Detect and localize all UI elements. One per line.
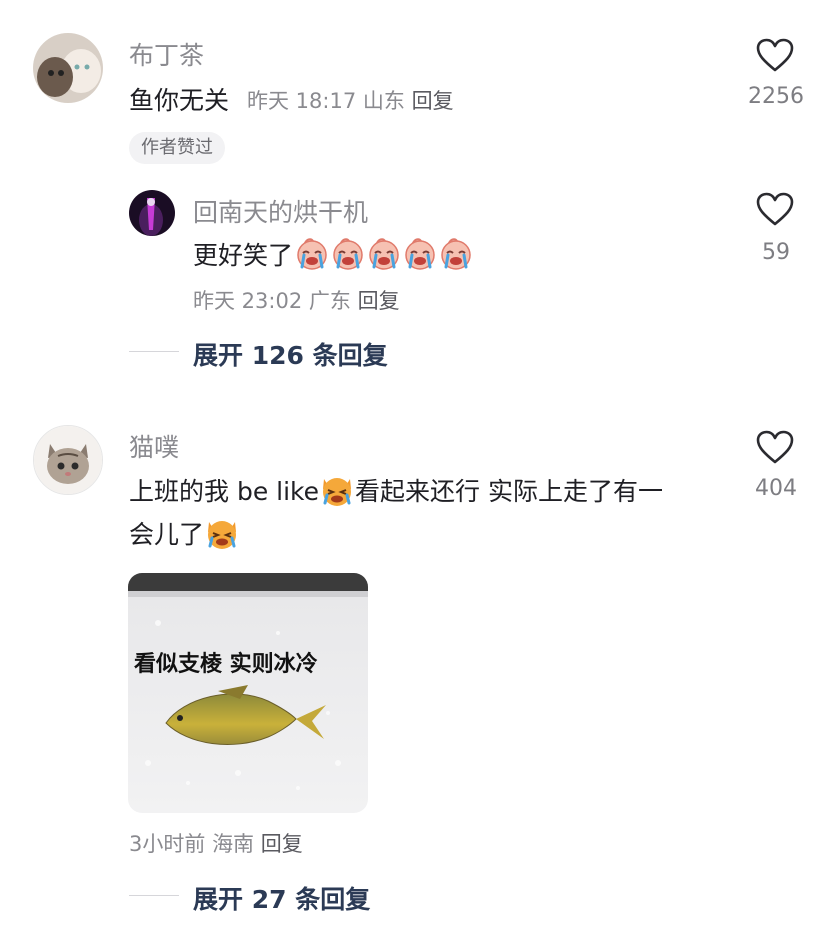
reply-avatar-image [129,190,175,236]
avatar[interactable] [33,33,103,103]
reply-username[interactable]: 回南天的烘干机 [193,193,368,229]
avatar[interactable] [33,425,103,495]
comment-text-part-3: 会儿了 [129,520,205,549]
reply-reply-button[interactable]: 回复 [358,289,400,313]
comment-text: 鱼你无关 [129,86,230,115]
heart-icon [755,429,795,465]
expand-divider [129,895,179,896]
reply-text: 更好笑了 [193,236,473,272]
heart-icon [755,37,795,73]
reply-button[interactable]: 回复 [412,89,454,113]
crying-face-icon [367,237,401,271]
fish-on-ice-image [128,573,368,813]
crying-face-icon [331,237,365,271]
crying-face-icon [439,237,473,271]
crying-face-icon [295,237,329,271]
reply-text-content: 更好笑了 [193,241,294,270]
comment-text-part-1: 上班的我 be like [129,477,320,506]
like-count: 2256 [748,84,804,109]
comment-time: 3小时前 [129,832,206,856]
comment-image[interactable] [128,573,368,813]
comment-meta: 3小时前 海南 回复 [129,828,303,858]
comment-username[interactable]: 猫噗 [129,428,179,464]
expand-replies-button[interactable]: 展开 126 条回复 [193,336,388,372]
like-button[interactable] [755,37,795,77]
comment-text-part-2: 看起来还行 实际上走了有一 [355,477,663,506]
reply-meta: 昨天 23:02 广东 回复 [193,285,400,315]
comment-time: 昨天 18:17 [247,89,357,113]
comment-username[interactable]: 布丁茶 [129,36,204,72]
comment-location: 山东 [362,89,405,113]
expand-replies-button[interactable]: 展开 27 条回复 [193,880,370,916]
avatar-image [33,33,103,103]
reply-button[interactable]: 回复 [261,832,303,856]
crying-cat-icon [204,516,240,550]
reply-like-button[interactable] [755,191,795,231]
reply-time: 昨天 23:02 [193,289,303,313]
crying-emoji-row [295,237,473,271]
comment-location: 海南 [212,832,255,856]
comment-text-line-1: 上班的我 be like 看起来还行 实际上走了有一 [129,472,663,508]
like-count: 404 [755,476,797,501]
reply-location: 广东 [308,289,351,313]
image-caption: 看似支棱 实则冰冷 [134,652,318,677]
crying-cat-icon [319,473,355,507]
crying-face-icon [403,237,437,271]
comment-text-line-2: 会儿了 [129,515,240,551]
reply-like-count: 59 [762,240,790,265]
heart-icon [755,191,795,227]
author-liked-badge: 作者赞过 [129,132,225,164]
expand-divider [129,351,179,352]
reply-avatar[interactable] [129,190,175,236]
like-button[interactable] [755,429,795,469]
comment-meta: 昨天 18:17 山东 回复 [247,85,454,115]
avatar-image [34,426,102,494]
